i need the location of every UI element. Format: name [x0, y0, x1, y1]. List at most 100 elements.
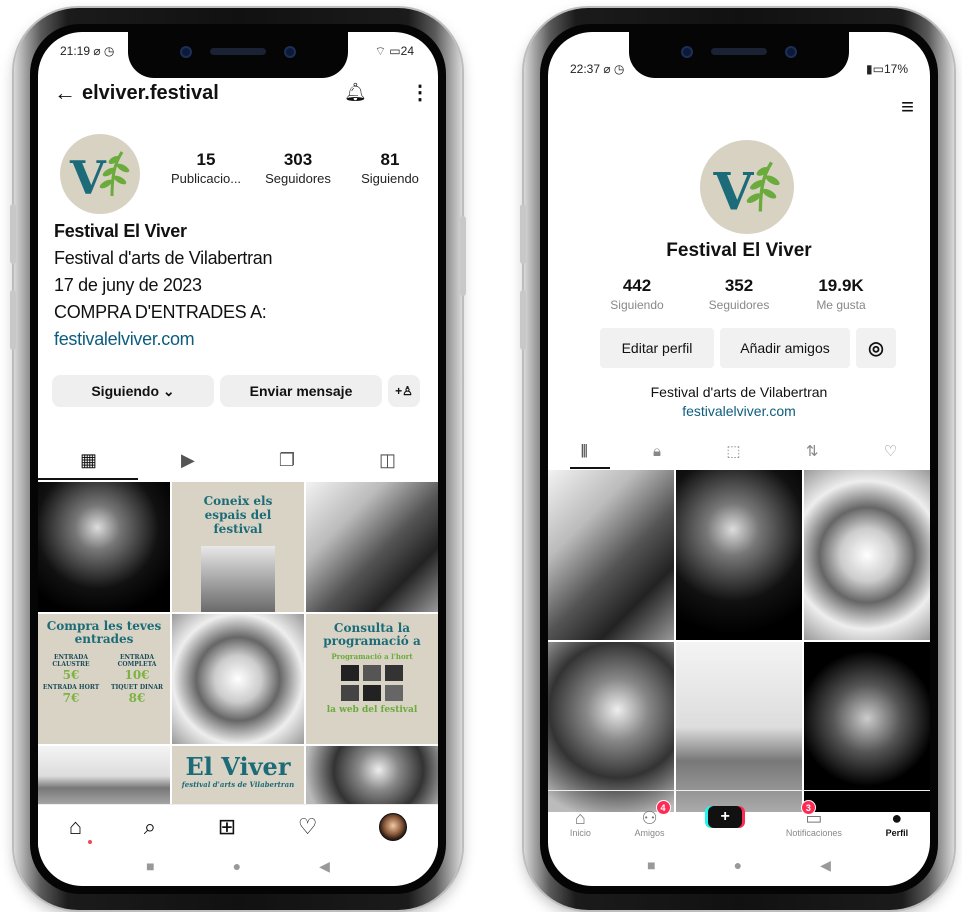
heart-icon[interactable]: ♡ — [298, 814, 318, 840]
private-tab-icon[interactable]: 🔒︎ — [653, 443, 661, 460]
friends-badge: 4 — [655, 800, 671, 815]
grid-icon[interactable]: ▦ — [80, 450, 97, 471]
instagram-bottom-nav: ⌂ ⌕ ⊞ ♡ — [38, 804, 438, 848]
video-thumbnail[interactable] — [804, 642, 930, 812]
menu-icon[interactable]: ≡ — [901, 94, 914, 120]
bio-line: Festival d'arts de Vilabertran — [54, 248, 273, 268]
profile-name: Festival El Viver — [666, 240, 812, 261]
profile-tabs: ▦ ▶︎ ❐ ◫ — [38, 440, 438, 480]
nav-friends[interactable]: ⚇ Amigos 4 — [635, 800, 671, 838]
nav-create[interactable]: + — [708, 806, 743, 838]
post-thumbnail[interactable] — [172, 614, 304, 744]
tiktok-bottom-nav: ⌂ Inicio ⚇ Amigos 4 + ▭ Notificaciones 3 ● Per… — [548, 790, 930, 842]
video-grid — [548, 470, 930, 812]
stat-followers[interactable]: 303 Seguidores — [258, 150, 338, 188]
system-nav: ■ ● ◀ — [38, 848, 438, 884]
status-battery: ▮▭17% — [866, 62, 908, 76]
following-button[interactable]: Siguiendo ⌄ — [52, 375, 214, 407]
tower-image — [201, 546, 275, 612]
recents-icon[interactable]: ■ — [146, 858, 154, 874]
inbox-badge: 3 — [800, 800, 816, 815]
home-icon: ⌂ — [574, 808, 586, 828]
profile-stats: 442 Siguiendo 352 Seguidores 19.9K Me gusta — [548, 276, 930, 314]
post-thumbnail[interactable]: Coneix els espais del festival — [172, 482, 304, 612]
post-thumbnail[interactable] — [38, 482, 170, 612]
power-button — [460, 216, 466, 296]
nav-profile[interactable]: ● Perfil — [886, 808, 909, 838]
more-icon[interactable]: ⋮ — [410, 80, 430, 105]
post-thumbnail[interactable]: El Viver festival d'arts de Vilabertran — [172, 746, 304, 806]
status-time: 22:37 ⌀ ◷ — [570, 62, 625, 76]
profile-header: ← elviver.festival — [54, 80, 219, 106]
profile-avatar[interactable]: V — [60, 134, 140, 214]
viver-logo: V — [713, 161, 780, 216]
tiktok-screen: 22:37 ⌀ ◷ ▮▭17% ≡ V Festival El Viver 44… — [548, 32, 930, 886]
video-thumbnail[interactable] — [804, 470, 930, 640]
edit-profile-button[interactable]: Editar perfil — [600, 328, 714, 368]
nav-home[interactable]: ⌂ Inicio — [570, 808, 591, 838]
viver-logo: V — [69, 151, 130, 200]
post-thumbnail[interactable] — [38, 746, 170, 806]
recents-icon[interactable]: ■ — [647, 857, 655, 873]
profile-avatar[interactable]: V — [700, 140, 794, 234]
search-icon[interactable]: ⌕ — [144, 814, 156, 840]
favorites-tab-icon[interactable]: ⬚ — [726, 442, 740, 460]
home-notification-dot — [88, 840, 92, 844]
videos-tab-icon[interactable]: ⫼ — [581, 443, 588, 460]
guides-icon[interactable]: ❐ — [279, 450, 295, 471]
post-thumbnail[interactable] — [306, 482, 438, 612]
reels-icon[interactable]: ▶︎ — [181, 450, 195, 471]
back-triangle-icon[interactable]: ◀ — [820, 857, 831, 874]
home-icon[interactable]: ⌂ — [69, 814, 82, 840]
message-button[interactable]: Enviar mensaje — [220, 375, 382, 407]
status-battery: ⌔ ▭24 — [374, 44, 414, 58]
video-thumbnail[interactable] — [548, 470, 674, 640]
username: elviver.festival — [82, 81, 219, 104]
stat-posts[interactable]: 15 Publicacio... — [166, 150, 246, 188]
instagram-icon[interactable]: ◎ — [856, 328, 896, 368]
video-thumbnail[interactable] — [676, 642, 802, 812]
phone-instagram: 21:19 ⌀ ◷ ⌔ ▭24 ← elviver.festival 🔔︎ ⋮ … — [10, 8, 466, 910]
add-person-icon[interactable]: +♙ — [388, 375, 420, 407]
website-link[interactable]: festivalelviver.com — [548, 403, 930, 419]
reposts-tab-icon[interactable]: ⇅ — [806, 442, 819, 460]
nav-inbox[interactable]: ▭ Notificaciones 3 — [786, 800, 842, 838]
post-grid: Coneix els espais del festival Compra le… — [38, 482, 438, 806]
website-link[interactable]: festivalelviver.com — [54, 329, 195, 349]
bell-icon[interactable]: 🔔︎ — [344, 82, 367, 103]
new-post-icon[interactable]: ⊞ — [218, 814, 236, 840]
stat-following[interactable]: 442 Siguiendo — [602, 276, 672, 314]
post-thumbnail[interactable] — [306, 746, 438, 806]
post-thumbnail[interactable]: Compra les teves entrades ENTRADA CLAUST… — [38, 614, 170, 744]
arrow-left-icon[interactable]: ← — [54, 80, 76, 106]
home-circle-icon[interactable]: ● — [233, 858, 241, 874]
profile-avatar-small[interactable] — [379, 812, 408, 841]
display-name: Festival El Viver — [54, 221, 187, 241]
notch — [128, 32, 348, 78]
volume-button — [520, 290, 526, 350]
volume-button — [10, 290, 16, 350]
svg-text:V: V — [713, 162, 755, 216]
friends-icon: ⚇ — [641, 808, 658, 828]
tagged-icon[interactable]: ◫ — [379, 450, 396, 471]
stat-following[interactable]: 81 Siguiendo — [350, 150, 430, 188]
bio-line: COMPRA D'ENTRADES A: — [54, 302, 267, 322]
profile-bio: Festival El Viver Festival d'arts de Vil… — [54, 218, 273, 353]
status-time: 21:19 ⌀ ◷ — [60, 44, 115, 58]
active-tab-indicator — [570, 467, 610, 469]
profile-tabs: ⫼ 🔒︎ ⬚ ⇅ ♡ — [548, 434, 930, 468]
active-tab-indicator — [38, 478, 138, 480]
back-triangle-icon[interactable]: ◀ — [319, 858, 330, 875]
stat-followers[interactable]: 352 Seguidores — [704, 276, 774, 314]
home-circle-icon[interactable]: ● — [734, 857, 742, 873]
add-friends-button[interactable]: Añadir amigos — [720, 328, 850, 368]
person-icon: ● — [891, 808, 903, 828]
video-thumbnail[interactable] — [676, 470, 802, 640]
stat-likes[interactable]: 19.9K Me gusta — [806, 276, 876, 314]
video-thumbnail[interactable] — [548, 642, 674, 812]
phone-tiktok: 22:37 ⌀ ◷ ▮▭17% ≡ V Festival El Viver 44… — [520, 8, 954, 910]
liked-tab-icon[interactable]: ♡ — [884, 442, 897, 460]
stage: 21:19 ⌀ ◷ ⌔ ▭24 ← elviver.festival 🔔︎ ⋮ … — [0, 0, 962, 912]
post-thumbnail[interactable]: Consulta la programació a Programació a … — [306, 614, 438, 744]
volume-button — [520, 204, 526, 264]
